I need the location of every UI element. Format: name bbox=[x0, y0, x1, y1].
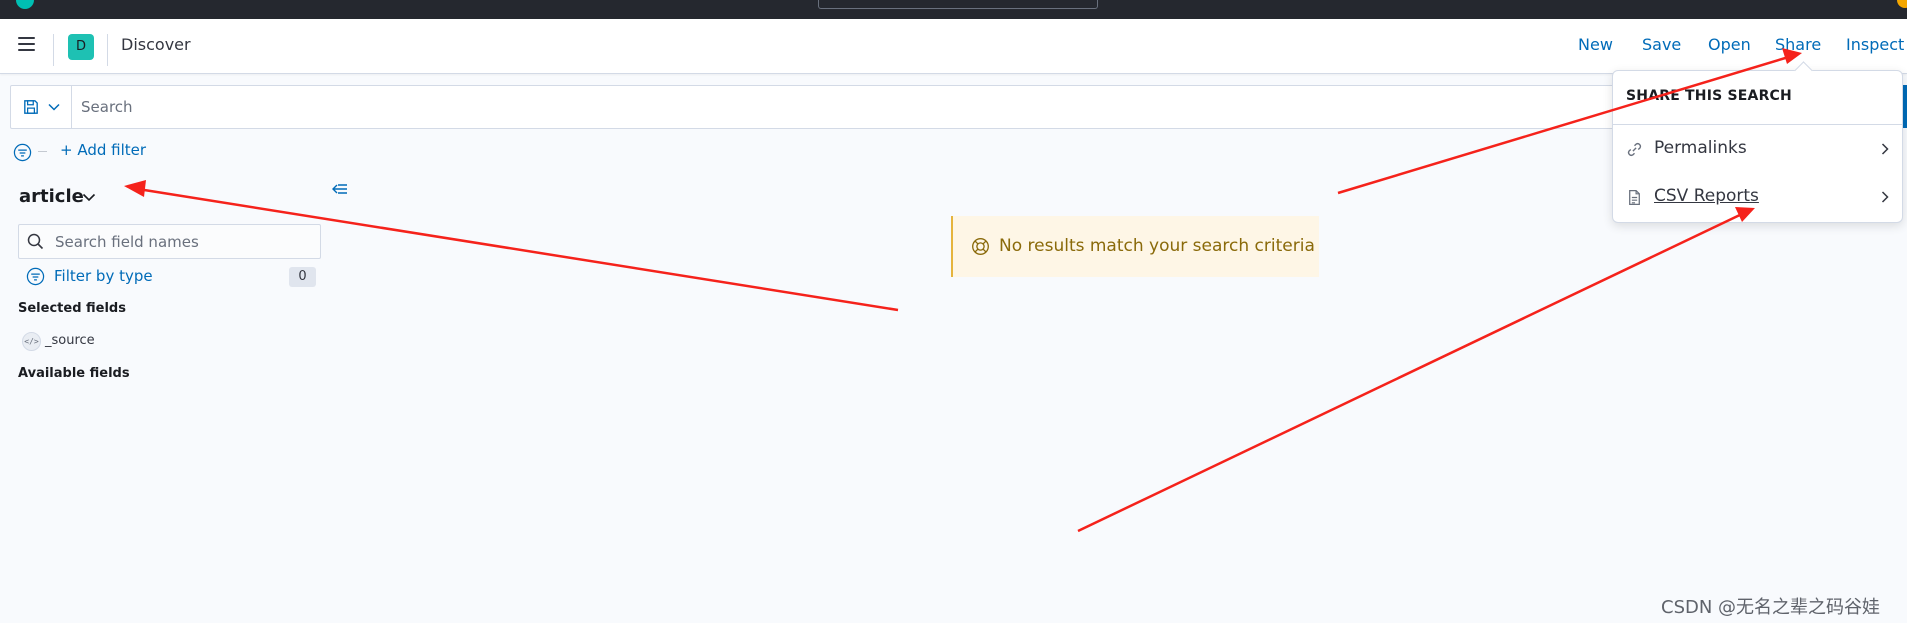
share-button[interactable]: Share bbox=[1775, 35, 1821, 54]
csv-reports-label: CSV Reports bbox=[1654, 186, 1759, 206]
no-results-message: No results match your search criteria bbox=[999, 236, 1315, 256]
selected-fields-title: Selected fields bbox=[18, 301, 126, 316]
elastic-logo[interactable] bbox=[16, 0, 34, 9]
filter-by-type-button[interactable]: Filter by type bbox=[54, 267, 153, 285]
menu-divider bbox=[1613, 124, 1902, 125]
space-avatar[interactable]: D bbox=[68, 34, 94, 60]
permalinks-label: Permalinks bbox=[1654, 138, 1747, 158]
csv-reports-item[interactable]: CSV Reports bbox=[1613, 175, 1902, 219]
chevron-right-icon bbox=[1881, 191, 1889, 203]
saved-query-button[interactable] bbox=[11, 86, 72, 128]
index-pattern-selector[interactable]: article bbox=[19, 186, 84, 207]
search-field-names-input[interactable] bbox=[53, 231, 317, 253]
header-divider bbox=[53, 34, 54, 66]
filter-divider bbox=[38, 151, 47, 152]
chevron-down-icon[interactable] bbox=[81, 189, 97, 205]
share-menu: SHARE THIS SEARCH Permalinks CSV Reports bbox=[1612, 70, 1903, 223]
available-fields-title: Available fields bbox=[18, 366, 130, 381]
chevron-down-icon bbox=[48, 103, 60, 111]
filter-icon bbox=[26, 267, 45, 286]
inspect-button[interactable]: Inspect bbox=[1846, 35, 1904, 54]
collapse-sidebar-icon[interactable] bbox=[330, 179, 350, 199]
open-button[interactable]: Open bbox=[1708, 35, 1751, 54]
link-icon bbox=[1627, 143, 1642, 156]
chevron-right-icon bbox=[1881, 143, 1889, 155]
field-name: _source bbox=[45, 333, 95, 348]
save-icon bbox=[24, 100, 38, 114]
filter-icon[interactable] bbox=[13, 143, 32, 162]
arrowhead-index-pattern bbox=[124, 180, 146, 197]
watermark: CSDN @无名之辈之码谷娃 bbox=[1661, 597, 1881, 618]
search-input[interactable] bbox=[79, 95, 1583, 119]
user-avatar[interactable] bbox=[1897, 0, 1907, 8]
no-results-callout: No results match your search criteria bbox=[951, 216, 1319, 277]
new-button[interactable]: New bbox=[1578, 35, 1613, 54]
permalinks-item[interactable]: Permalinks bbox=[1613, 127, 1902, 171]
share-menu-title: SHARE THIS SEARCH bbox=[1626, 88, 1792, 104]
field-search bbox=[18, 224, 321, 259]
global-header bbox=[0, 0, 1907, 19]
add-filter-button[interactable]: + Add filter bbox=[60, 141, 146, 159]
help-icon bbox=[972, 238, 989, 255]
hamburger-menu-icon[interactable] bbox=[16, 36, 36, 54]
source-type-icon: </> bbox=[22, 332, 41, 351]
global-search-field[interactable] bbox=[818, 0, 1098, 9]
search-icon bbox=[27, 233, 44, 250]
document-icon bbox=[1629, 189, 1640, 206]
app-header: D Discover New Save Open Share Inspect bbox=[0, 19, 1907, 74]
breadcrumb-discover: Discover bbox=[121, 35, 191, 54]
filter-count-badge: 0 bbox=[289, 267, 316, 287]
save-button[interactable]: Save bbox=[1642, 35, 1681, 54]
header-divider bbox=[107, 34, 108, 66]
